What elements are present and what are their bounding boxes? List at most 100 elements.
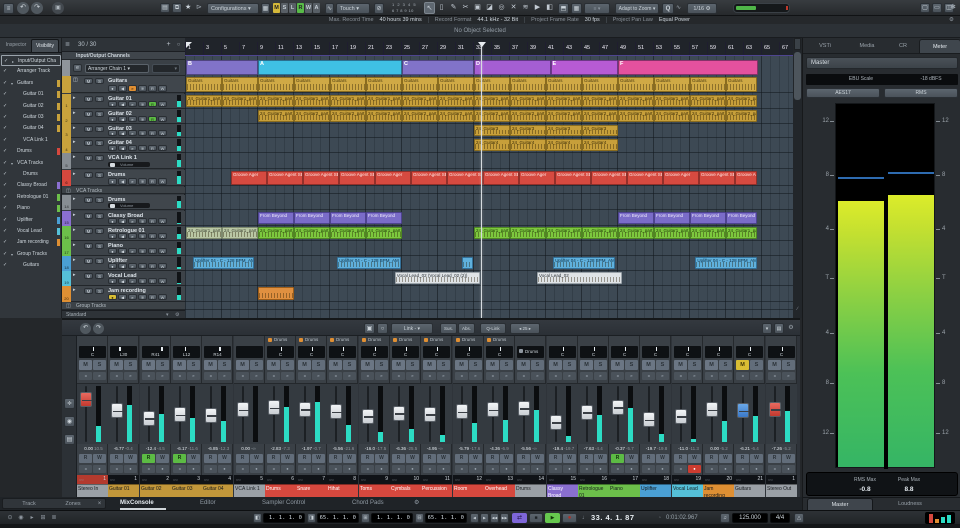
- channel-name-cell[interactable]: Overhead: [484, 484, 515, 497]
- edit-channel-button[interactable]: e: [594, 372, 607, 380]
- playhead-handle[interactable]: [478, 42, 486, 47]
- channel-name-cell[interactable]: Percussion: [421, 484, 452, 497]
- clip[interactable]: 24_Guitar2_part.: [258, 110, 294, 123]
- channel-strip-guitar-03[interactable]: L12MS◂e-6.17-11.6RW◂●○○3Guitar 03: [171, 336, 202, 497]
- edit-channel-button[interactable]: e: [563, 372, 576, 380]
- clip[interactable]: Guitars: [510, 77, 546, 92]
- record-enable-button[interactable]: ●: [218, 465, 231, 473]
- workspace-numbers-row2[interactable]: 6 7 8 9 10: [392, 8, 420, 14]
- fader-handle[interactable]: [330, 404, 342, 419]
- tab-meter[interactable]: Meter: [919, 39, 960, 53]
- channel-strip-toms[interactable]: DrumsCMS◂e-16.0-17.5RW◂●○○9Toms: [359, 336, 390, 497]
- channel-strip-percussion[interactable]: DrumsCMS◂e-4.95-∞RW◂●○○11Percussion: [421, 336, 452, 497]
- channel-name-cell[interactable]: Room: [453, 484, 484, 497]
- clip[interactable]: 24_Guitar2_part.: [438, 110, 474, 123]
- snap-point-icon[interactable]: ⬒: [558, 3, 569, 14]
- write-button[interactable]: W: [563, 454, 576, 463]
- fader-handle[interactable]: [581, 405, 593, 420]
- write-button[interactable]: W: [437, 454, 450, 463]
- monitor-button[interactable]: ◂: [705, 465, 718, 473]
- clip[interactable]: Uplifter 04 - C - 128 BPM_AM: [337, 257, 401, 270]
- position-format-icon[interactable]: ♩: [582, 513, 589, 523]
- edit-channel-button[interactable]: e: [281, 372, 294, 380]
- arrange-track-lane-retrologue-01[interactable]: 24_Guitar1_part.24_Guitar1_part.24_Guita…: [185, 226, 793, 241]
- meter-channel-selector[interactable]: Master: [806, 57, 958, 69]
- mute-button[interactable]: M: [392, 360, 405, 370]
- write-button[interactable]: W: [250, 454, 263, 463]
- clip[interactable]: 24_Guitar1_part.: [330, 227, 366, 240]
- record-enable-button[interactable]: ●: [281, 465, 294, 473]
- channel-strip-overhead[interactable]: DrumsCMS◂e-4.36-6.9RW◂●○○13Overhead: [484, 336, 515, 497]
- track-edit-button[interactable]: e: [128, 116, 137, 123]
- pan-control[interactable]: C: [705, 346, 732, 358]
- monitor-button[interactable]: ◂: [204, 465, 217, 473]
- pan-control[interactable]: [236, 346, 263, 358]
- clip[interactable]: 24_Guitar1_part.: [726, 227, 757, 240]
- read-button[interactable]: R: [580, 454, 593, 463]
- track-read-button[interactable]: R: [148, 218, 157, 225]
- setup-icon[interactable]: ▤: [160, 3, 170, 13]
- playhead[interactable]: [481, 42, 482, 318]
- track-read-button[interactable]: R: [148, 233, 157, 240]
- track-record-button[interactable]: ●: [108, 263, 117, 270]
- clip[interactable]: 24_Guitar2_part.: [582, 110, 618, 123]
- clip[interactable]: Groove Agent SE: [447, 171, 483, 185]
- check-icon[interactable]: ✓: [3, 147, 11, 156]
- clip[interactable]: Groove Agent SE: [699, 171, 735, 185]
- mixer-gear-icon[interactable]: ⚙: [786, 323, 796, 334]
- channel-name-cell[interactable]: Guitar 04: [202, 484, 233, 497]
- track-record-button[interactable]: ●: [108, 85, 117, 92]
- write-button[interactable]: W: [343, 454, 356, 463]
- mute-button[interactable]: M: [236, 360, 249, 370]
- mixer-left-select-icon[interactable]: ≑: [64, 398, 75, 409]
- clip[interactable]: 24_Guitar1_part.: [546, 95, 582, 108]
- clip[interactable]: 24_Guitar1_part.: [186, 95, 222, 108]
- pan-control[interactable]: L12: [173, 346, 200, 358]
- clip[interactable]: From Beyond: [294, 212, 330, 225]
- track-row[interactable]: 16▸MSRetrologue 01●◀e≋RW: [62, 226, 185, 241]
- check-icon[interactable]: ✓: [3, 227, 11, 236]
- fader-handle[interactable]: [550, 415, 562, 430]
- channel-strip-snare[interactable]: DrumsCMS◂e-1.97-0.7RW◂●○○7Snare: [296, 336, 327, 497]
- transport-nav-3-button[interactable]: ◀◀: [490, 513, 499, 523]
- channel-strip-classy-broad[interactable]: CMS◂e-19.4-19.7RW◂●○○15Classy Broad: [547, 336, 578, 497]
- listen-button[interactable]: ◂: [486, 372, 499, 380]
- fader-handle[interactable]: [268, 400, 280, 415]
- clip[interactable]: Groove Agent SE: [303, 171, 339, 185]
- mute-button[interactable]: M: [84, 288, 93, 295]
- clip[interactable]: 24_Guitar1_part.: [582, 95, 618, 108]
- listen-button[interactable]: ◂: [455, 372, 468, 380]
- racks-icon[interactable]: ▤: [774, 323, 784, 334]
- channel-name-cell[interactable]: VCA Link 1: [234, 484, 265, 497]
- read-button[interactable]: R: [329, 454, 342, 463]
- visibility-item[interactable]: ✓▾Group Tracks: [1, 249, 61, 260]
- marker-icon[interactable]: ⊳: [196, 3, 205, 13]
- clip[interactable]: Groove Ager: [231, 171, 267, 185]
- grid-type-dropdown[interactable]: ≡ ▾: [584, 3, 610, 14]
- primary-time-display[interactable]: 33. 4. 1. 87: [591, 512, 653, 524]
- solo-button[interactable]: S: [218, 360, 231, 370]
- clip[interactable]: 24_Guitar1_part.: [438, 95, 474, 108]
- record-enable-button[interactable]: ●: [93, 465, 106, 473]
- play-button[interactable]: ▶: [545, 513, 560, 523]
- channel-strip-drums[interactable]: DrumsMS◂e-5.56-∞RW◂●○○14Drums: [515, 336, 546, 497]
- clip[interactable]: 24_Guitar2_part.: [690, 110, 726, 123]
- solo-button[interactable]: S: [95, 140, 104, 147]
- solo-button[interactable]: S: [95, 197, 104, 204]
- track-read-button[interactable]: R: [148, 145, 157, 152]
- tab-track[interactable]: Track: [9, 500, 49, 509]
- channel-strip-jam-recording[interactable]: CMS◂e0.00-5.2RW◂●○○20Jam recording: [703, 336, 734, 497]
- mute-button[interactable]: M: [84, 126, 93, 133]
- mute-button[interactable]: M: [486, 360, 499, 370]
- mute-button[interactable]: M: [674, 360, 687, 370]
- clip[interactable]: 24_Guitar3: [510, 125, 546, 137]
- channel-name-cell[interactable]: Retrologue 01: [578, 484, 609, 497]
- monitor-button[interactable]: ◂: [423, 465, 436, 473]
- meter-rms-button[interactable]: RMS: [884, 88, 958, 98]
- arrange-track-lane-group-tracks[interactable]: [185, 302, 793, 310]
- read-button[interactable]: R: [674, 454, 687, 463]
- clip[interactable]: Guitars: [402, 77, 438, 92]
- track-record-button[interactable]: ●: [108, 178, 117, 185]
- pan-control[interactable]: C: [392, 346, 419, 358]
- locator-display-2[interactable]: 65. 1. 1. 0: [317, 513, 359, 523]
